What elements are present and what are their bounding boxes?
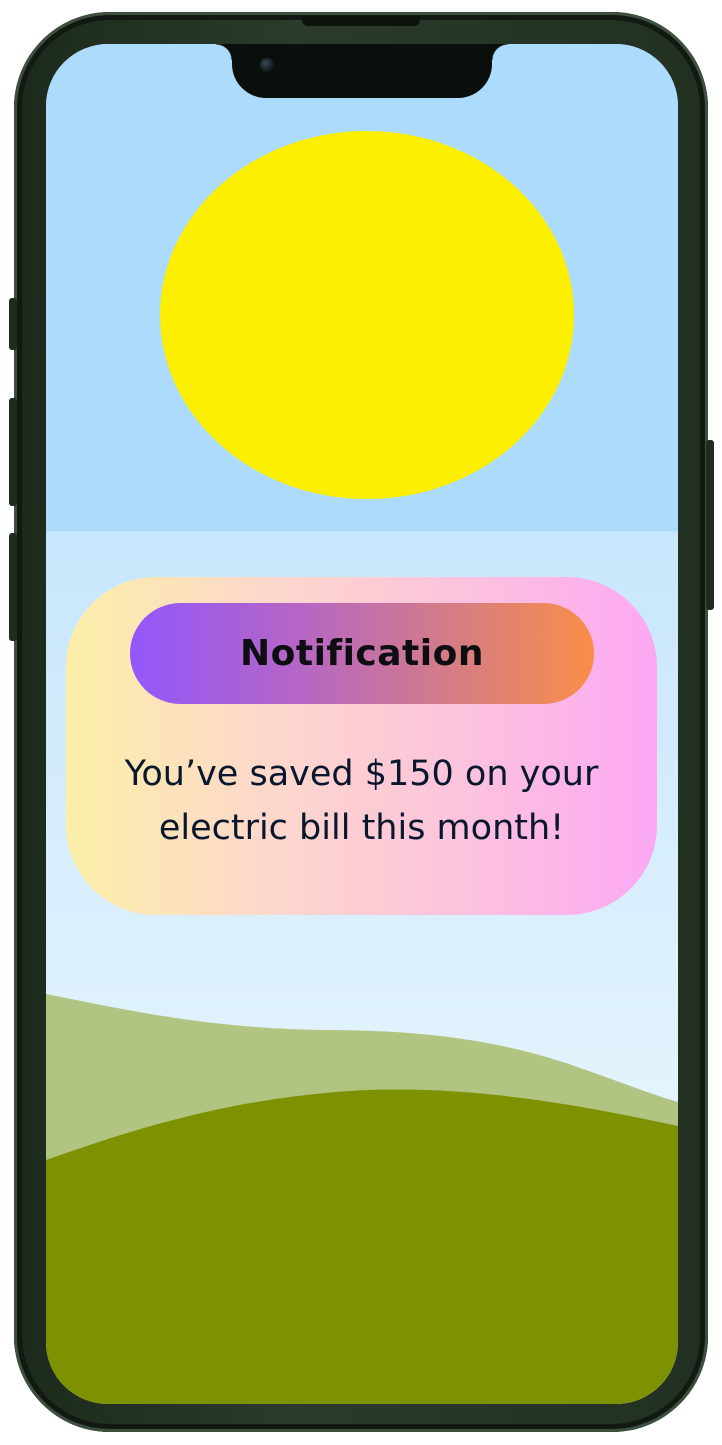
- volume-down-button: [9, 533, 17, 641]
- power-button: [706, 440, 714, 610]
- notch: [216, 44, 508, 98]
- top-speaker-grille: [302, 16, 420, 26]
- notification-title: Notification: [240, 633, 484, 674]
- notification-header: Notification: [130, 603, 594, 704]
- notification-card[interactable]: Notification You’ve saved $150 on your e…: [66, 577, 657, 915]
- silent-switch: [9, 298, 17, 350]
- volume-up-button: [9, 398, 17, 506]
- camera-icon: [260, 58, 274, 72]
- front-hill: [46, 1089, 678, 1404]
- hills-illustration: [46, 994, 678, 1404]
- notification-message: You’ve saved $150 on your electric bill …: [124, 754, 599, 848]
- sun: [160, 131, 574, 499]
